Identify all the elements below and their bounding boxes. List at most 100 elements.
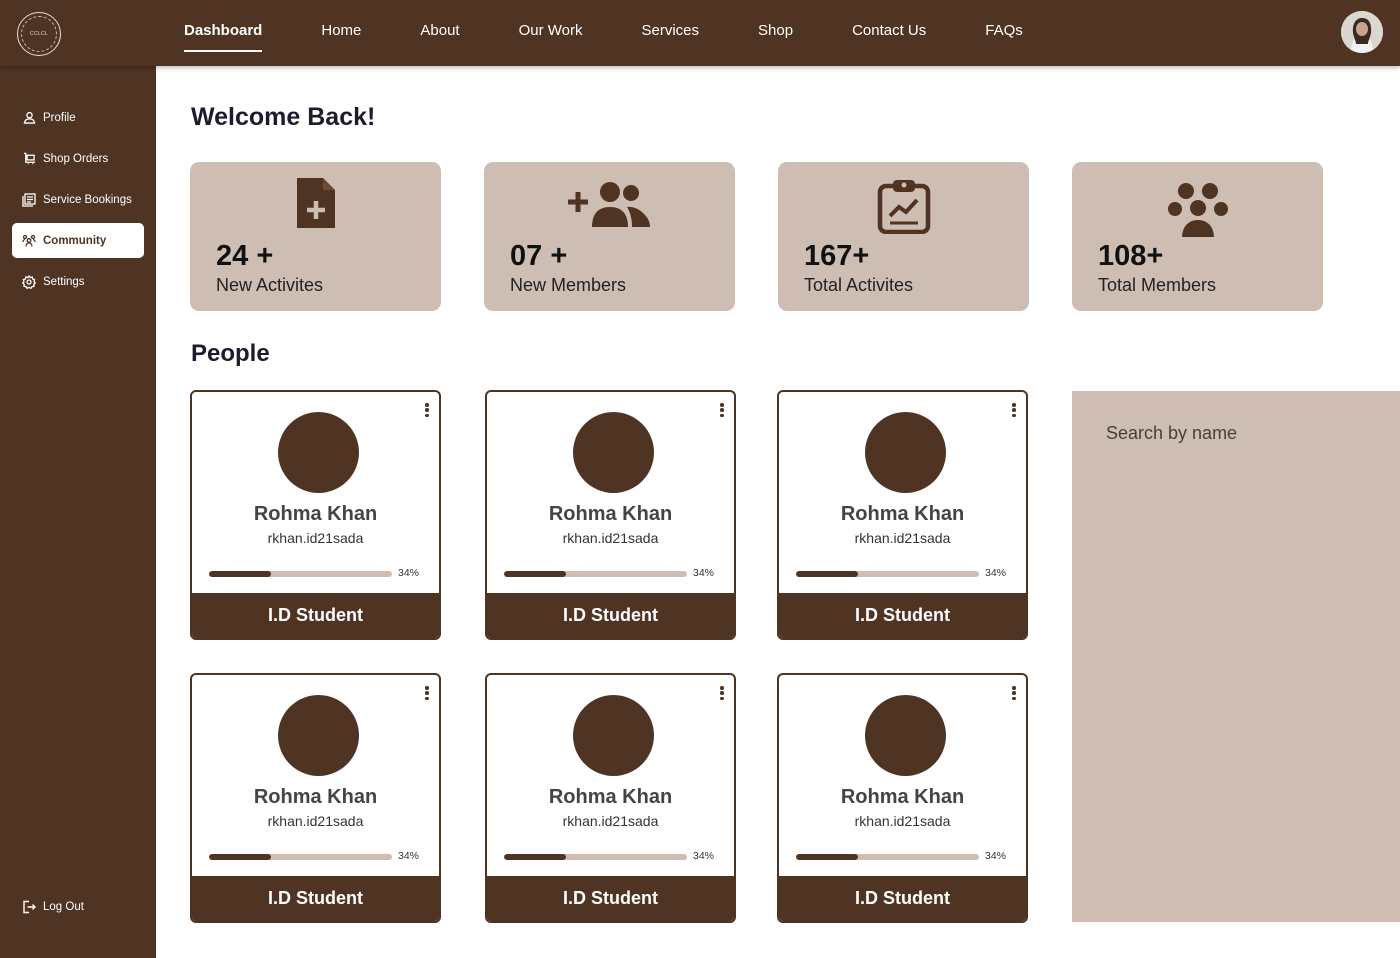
stat-value: 108+ xyxy=(1098,240,1164,272)
stat-card-total-members: 108+ Total Members xyxy=(1072,162,1323,311)
gear-icon xyxy=(21,274,37,290)
progress-bar xyxy=(796,571,979,577)
progress-bar xyxy=(209,571,392,577)
person-handle: rkhan.id21sada xyxy=(267,813,364,829)
progress-fill xyxy=(796,571,859,577)
stat-card-new-activities: 24 + New Activites xyxy=(190,162,441,311)
profile-picture xyxy=(865,695,946,776)
progress-label: 34% xyxy=(693,850,715,862)
stat-card-total-activities: 167+ Total Activites xyxy=(778,162,1029,311)
stat-label: Total Activites xyxy=(804,275,914,295)
logout-icon xyxy=(21,899,37,915)
role-badge: I.D Student xyxy=(487,876,734,921)
progress-fill xyxy=(209,571,272,577)
add-document-icon xyxy=(296,178,335,228)
stat-card-new-members: 07 + New Members xyxy=(484,162,735,311)
person-card[interactable]: Rohma Khan rkhan.id21sada 34% I.D Studen… xyxy=(485,390,736,640)
sidebar-item-label: Shop Orders xyxy=(43,152,109,165)
person-handle: rkhan.id21sada xyxy=(562,813,659,829)
nav-item-our-work[interactable]: Our Work xyxy=(519,0,583,62)
progress-label: 34% xyxy=(985,850,1007,862)
more-options-icon[interactable] xyxy=(423,402,431,418)
role-badge: I.D Student xyxy=(192,593,439,638)
sidebar-item-settings[interactable]: Settings xyxy=(12,264,144,299)
role-badge: I.D Student xyxy=(192,876,439,921)
stat-value: 24 + xyxy=(216,240,274,272)
sidebar-item-label: Settings xyxy=(43,275,85,288)
role-badge: I.D Student xyxy=(779,593,1026,638)
nav-item-home[interactable]: Home xyxy=(321,0,361,62)
person-name: Rohma Khan xyxy=(840,503,965,525)
people-heading: People xyxy=(191,340,270,367)
profile-picture xyxy=(573,695,654,776)
more-options-icon[interactable] xyxy=(718,685,726,701)
role-badge: I.D Student xyxy=(779,876,1026,921)
sidebar-item-shop-orders[interactable]: Shop Orders xyxy=(12,141,144,176)
progress-fill xyxy=(796,854,859,860)
profile-picture xyxy=(278,695,359,776)
sidebar: Profile Shop Orders Service Bookings Com… xyxy=(0,66,156,958)
nav-item-about[interactable]: About xyxy=(420,0,459,62)
stat-label: New Members xyxy=(510,275,627,295)
add-members-icon xyxy=(567,182,650,227)
profile-picture xyxy=(865,412,946,493)
person-handle: rkhan.id21sada xyxy=(854,813,951,829)
progress-label: 34% xyxy=(985,567,1007,579)
nav-item-services[interactable]: Services xyxy=(641,0,699,62)
stat-value: 167+ xyxy=(804,240,870,272)
person-card[interactable]: Rohma Khan rkhan.id21sada 34% I.D Studen… xyxy=(190,673,441,923)
person-name: Rohma Khan xyxy=(548,503,673,525)
more-options-icon[interactable] xyxy=(718,402,726,418)
stat-label: New Activites xyxy=(216,275,324,295)
clipboard-chart-icon xyxy=(877,180,930,234)
nav-item-contact-us[interactable]: Contact Us xyxy=(852,0,926,62)
brand-logo[interactable]: CCLCL xyxy=(17,12,61,56)
main-nav: Dashboard Home About Our Work Services S… xyxy=(184,0,1082,66)
nav-item-faqs[interactable]: FAQs xyxy=(985,0,1023,62)
search-input[interactable] xyxy=(1090,413,1380,453)
person-name: Rohma Khan xyxy=(548,786,673,808)
person-card[interactable]: Rohma Khan rkhan.id21sada 34% I.D Studen… xyxy=(777,673,1028,923)
person-card[interactable]: Rohma Khan rkhan.id21sada 34% I.D Studen… xyxy=(190,390,441,640)
person-handle: rkhan.id21sada xyxy=(854,530,951,546)
profile-picture xyxy=(278,412,359,493)
logo-text: CCLCL xyxy=(30,31,48,37)
sidebar-item-profile[interactable]: Profile xyxy=(12,100,144,135)
top-navbar: CCLCL Dashboard Home About Our Work Serv… xyxy=(0,0,1400,66)
cart-icon xyxy=(21,151,37,167)
bookings-icon xyxy=(21,192,37,208)
stat-label: Total Members xyxy=(1098,275,1217,295)
search-panel xyxy=(1072,391,1400,922)
sidebar-item-community[interactable]: Community xyxy=(12,223,144,258)
person-card[interactable]: Rohma Khan rkhan.id21sada 34% I.D Studen… xyxy=(485,673,736,923)
person-handle: rkhan.id21sada xyxy=(562,530,659,546)
stat-value: 07 + xyxy=(510,240,568,272)
sidebar-item-label: Community xyxy=(43,234,107,247)
progress-bar xyxy=(504,571,687,577)
nav-item-shop[interactable]: Shop xyxy=(758,0,793,62)
sidebar-item-label: Profile xyxy=(43,111,76,124)
logout-button[interactable]: Log Out xyxy=(12,889,144,924)
nav-item-dashboard[interactable]: Dashboard xyxy=(184,0,263,62)
main-content: Welcome Back! 24 + New Activites 07 + Ne… xyxy=(156,66,1400,958)
person-card[interactable]: Rohma Khan rkhan.id21sada 34% I.D Studen… xyxy=(777,390,1028,640)
progress-label: 34% xyxy=(398,850,420,862)
person-name: Rohma Khan xyxy=(840,786,965,808)
avatar-photo-icon xyxy=(1341,11,1383,53)
progress-bar xyxy=(209,854,392,860)
user-avatar[interactable] xyxy=(1341,11,1383,53)
community-icon xyxy=(21,233,37,249)
role-badge: I.D Student xyxy=(487,593,734,638)
progress-label: 34% xyxy=(398,567,420,579)
more-options-icon[interactable] xyxy=(1010,402,1018,418)
user-icon xyxy=(21,110,37,126)
sidebar-item-label: Service Bookings xyxy=(43,193,132,206)
progress-fill xyxy=(504,854,567,860)
more-options-icon[interactable] xyxy=(1010,685,1018,701)
progress-fill xyxy=(209,854,272,860)
person-name: Rohma Khan xyxy=(253,786,378,808)
more-options-icon[interactable] xyxy=(423,685,431,701)
person-handle: rkhan.id21sada xyxy=(267,530,364,546)
logout-label: Log Out xyxy=(43,900,84,913)
sidebar-item-service-bookings[interactable]: Service Bookings xyxy=(12,182,144,217)
